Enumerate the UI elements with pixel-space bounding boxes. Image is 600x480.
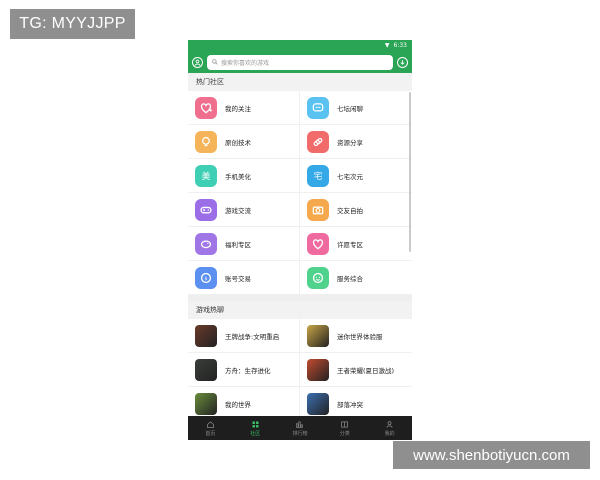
community-item-label: 游戏交流 (225, 206, 251, 215)
top-bar: 搜索你喜欢的游戏 (188, 51, 412, 73)
game-item-label: 我的世界 (225, 400, 251, 409)
community-item[interactable]: 宅 七宅次元 (300, 159, 412, 193)
tab-label: 排行榜 (292, 430, 308, 437)
svg-text:美: 美 (202, 170, 211, 182)
community-icon (252, 421, 259, 427)
home-icon (207, 420, 214, 428)
community-item[interactable]: 原创技术 (188, 125, 300, 159)
tab-label: 首页 (205, 430, 216, 437)
community-item-label: 交友自拍 (337, 206, 363, 215)
community-item[interactable]: 交友自拍 (300, 193, 412, 227)
game-thumbnail (195, 358, 217, 381)
watermark-top: TG: MYYJJPP (10, 9, 135, 39)
game-grid: 王牌战争:文明重启 迷你世界体验服方舟：生存进化 王者荣耀(夏日激战) 我的世界 部落冲… (188, 319, 412, 421)
game-item[interactable]: 王者荣耀(夏日激战) (300, 353, 412, 387)
link-icon (307, 130, 329, 153)
trade-icon: $ (195, 266, 217, 289)
ranking-icon (296, 421, 304, 428)
tab-item[interactable]: 首页 (188, 416, 233, 440)
game-item[interactable]: 方舟：生存进化 (188, 353, 300, 387)
user-avatar-icon[interactable] (192, 56, 203, 68)
community-item-label: 服务综合 (337, 274, 363, 283)
game-thumbnail (195, 324, 217, 347)
camera-icon (307, 198, 329, 221)
heart-icon (307, 232, 329, 255)
game-item-label: 王牌战争:文明重启 (225, 332, 280, 341)
status-time: 6:33 (393, 42, 407, 49)
watermark-bottom: www.shenbotiyucn.com (393, 441, 590, 469)
community-item-label: 七宅次元 (337, 172, 363, 181)
community-item[interactable]: 福利专区 (188, 227, 300, 261)
wifi-icon: ▼ (384, 42, 390, 49)
category-icon (341, 421, 349, 427)
community-item-label: 手机美化 (225, 172, 251, 181)
game-thumbnail (307, 392, 329, 415)
game-item-label: 王者荣耀(夏日激战) (337, 366, 395, 375)
game-item[interactable]: 迷你世界体验服 (300, 319, 412, 353)
community-item-label: 七坛闲聊 (337, 104, 363, 113)
tab-item[interactable]: 分类 (322, 416, 367, 440)
community-item[interactable]: 美 手机美化 (188, 159, 300, 193)
game-thumbnail (307, 324, 329, 347)
gamepad-icon (195, 198, 217, 221)
tab-label: 我的 (384, 430, 395, 437)
lightbulb-icon (195, 130, 217, 153)
community-grid: 我的关注 七坛闲聊原创技术 资源分享美 手机美化 宅 七宅次元游戏交流 交友自拍福利专区 许愿… (188, 91, 412, 295)
community-item-label: 福利专区 (225, 240, 251, 249)
community-item[interactable]: 许愿专区 (300, 227, 412, 261)
community-item-label: 账号交易 (225, 274, 251, 283)
community-item[interactable]: 七坛闲聊 (300, 91, 412, 125)
tab-item[interactable]: 排行榜 (278, 416, 323, 440)
tab-item[interactable]: 社区 (233, 416, 278, 440)
section-title-game-hot: 游戏热聊 (188, 301, 412, 319)
app-screen: ▼ 6:33 搜索你喜欢的游戏 热门社区 我的关注 七坛闲聊原创技术 资源分享美 手机… (188, 40, 412, 440)
tab-label: 社区 (250, 430, 261, 437)
community-item[interactable]: 资源分享 (300, 125, 412, 159)
game-item-label: 部落冲突 (337, 400, 363, 409)
bottom-tab-bar: 首页 社区 排行榜 分类 我的 (188, 416, 412, 440)
game-thumbnail (195, 392, 217, 415)
community-item-label: 许愿专区 (337, 240, 363, 249)
heart-plus-icon (195, 96, 217, 119)
game-item-label: 方舟：生存进化 (225, 366, 271, 375)
community-item-label: 原创技术 (225, 138, 251, 147)
chat-bubble-icon (307, 96, 329, 119)
community-item[interactable]: 我的关注 (188, 91, 300, 125)
svg-text:宅: 宅 (314, 170, 323, 182)
community-item[interactable]: 游戏交流 (188, 193, 300, 227)
download-icon[interactable] (397, 56, 408, 68)
tab-item[interactable]: 我的 (367, 416, 412, 440)
search-placeholder: 搜索你喜欢的游戏 (221, 59, 270, 67)
svg-text:$: $ (205, 275, 208, 281)
game-item-label: 迷你世界体验服 (337, 332, 383, 341)
game-item[interactable]: 王牌战争:文明重启 (188, 319, 300, 353)
community-item-label: 资源分享 (337, 138, 363, 147)
community-item[interactable]: 服务综合 (300, 261, 412, 295)
piggy-bank-icon (195, 232, 217, 255)
otaku-icon: 宅 (307, 164, 329, 187)
search-input[interactable]: 搜索你喜欢的游戏 (207, 54, 393, 70)
search-icon (212, 59, 218, 65)
profile-icon (386, 420, 393, 428)
tab-label: 分类 (339, 430, 350, 437)
community-item-label: 我的关注 (225, 104, 251, 113)
section-title-hot-community: 热门社区 (188, 73, 412, 91)
community-item[interactable]: $ 账号交易 (188, 261, 300, 295)
scrollbar[interactable] (409, 92, 411, 252)
beauty-icon: 美 (195, 164, 217, 187)
status-bar: ▼ 6:33 (188, 40, 412, 51)
game-thumbnail (307, 358, 329, 381)
service-icon (307, 266, 329, 289)
